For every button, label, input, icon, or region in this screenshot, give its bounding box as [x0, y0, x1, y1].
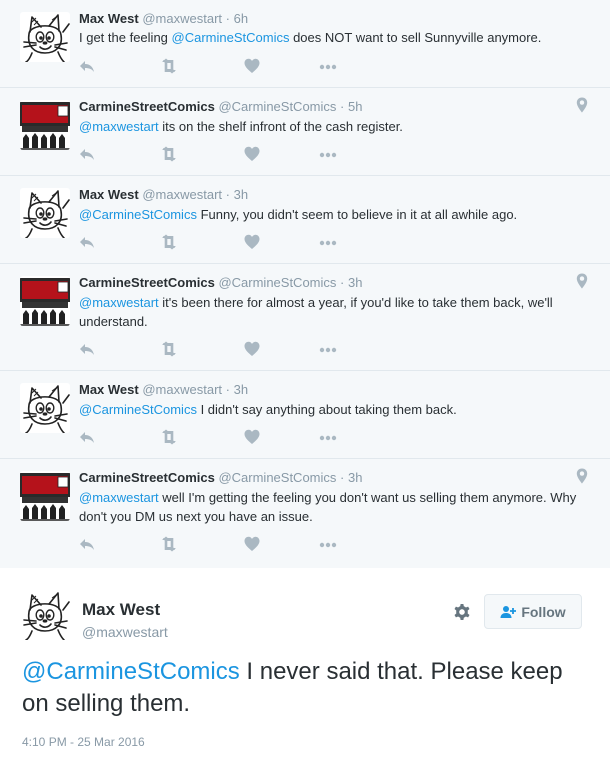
tweet-time[interactable]: 3h	[348, 470, 362, 485]
tweet[interactable]: CarmineStreetComics @CarmineStComics · 3…	[0, 459, 610, 568]
tweet[interactable]: CarmineStreetComics @CarmineStComics · 3…	[0, 264, 610, 371]
mention-link[interactable]: @CarmineStComics	[22, 658, 240, 685]
more-icon[interactable]	[319, 429, 337, 445]
separator: ·	[336, 470, 348, 485]
reply-icon[interactable]	[79, 429, 95, 445]
mention-link[interactable]: @maxwestart	[79, 490, 159, 505]
separator: ·	[222, 382, 234, 397]
mention-link[interactable]: @CarmineStComics	[79, 207, 197, 222]
text-body: Funny, you didn't seem to believe in it …	[196, 207, 518, 222]
mention-link[interactable]: @maxwestart	[79, 119, 159, 134]
tweet-actions	[79, 234, 349, 250]
author-handle[interactable]: @maxwestart	[142, 382, 222, 397]
more-icon[interactable]	[319, 234, 337, 250]
tweet[interactable]: Max West @maxwestart · 6h I get the feel…	[0, 0, 610, 88]
tweet-actions	[79, 58, 349, 74]
heart-icon[interactable]	[244, 429, 260, 445]
tweet-time[interactable]: 3h	[348, 275, 362, 290]
tweet-text: @maxwestart its on the shelf infront of …	[79, 117, 579, 136]
avatar[interactable]	[20, 188, 70, 238]
reply-icon[interactable]	[79, 234, 95, 250]
tweet[interactable]: Max West @maxwestart · 3h @CarmineStComi…	[0, 176, 610, 264]
retweet-icon[interactable]	[159, 146, 179, 162]
author-name[interactable]: CarmineStreetComics	[79, 470, 215, 485]
author-handle[interactable]: @CarmineStComics	[218, 470, 336, 485]
tweet[interactable]: CarmineStreetComics @CarmineStComics · 5…	[0, 88, 610, 176]
author-handle[interactable]: @CarmineStComics	[218, 99, 336, 114]
author-name[interactable]: Max West	[79, 187, 139, 202]
author-name[interactable]: Max West	[82, 600, 160, 620]
tweet-text: @CarmineStComics I didn't say anything a…	[79, 400, 579, 419]
heart-icon[interactable]	[244, 536, 260, 552]
follow-button[interactable]: Follow	[484, 594, 582, 629]
location-pin-icon[interactable]	[576, 273, 588, 289]
tweet-actions	[79, 341, 349, 357]
avatar[interactable]	[20, 383, 70, 433]
tweet-text: @maxwestart well I'm getting the feeling…	[79, 488, 579, 526]
text-lead: I get the feeling	[79, 30, 172, 45]
tweet-time[interactable]: 3h	[234, 187, 248, 202]
separator: ·	[222, 11, 234, 26]
tweet-time[interactable]: 5h	[348, 99, 362, 114]
reply-icon[interactable]	[79, 341, 95, 357]
location-pin-icon[interactable]	[576, 468, 588, 484]
tweet-text: @CarmineStComics I never said that. Plea…	[22, 656, 592, 720]
author-handle[interactable]: @maxwestart	[82, 623, 168, 641]
avatar[interactable]	[20, 100, 70, 150]
more-icon[interactable]	[319, 536, 337, 552]
avatar[interactable]	[20, 590, 70, 640]
tweet-time[interactable]: 3h	[234, 382, 248, 397]
author-name[interactable]: CarmineStreetComics	[79, 99, 215, 114]
avatar[interactable]	[20, 12, 70, 62]
text-body: I didn't say anything about taking them …	[196, 402, 457, 417]
more-icon[interactable]	[319, 341, 337, 357]
retweet-icon[interactable]	[159, 429, 179, 445]
more-icon[interactable]	[319, 146, 337, 162]
mention-link[interactable]: @maxwestart	[79, 295, 159, 310]
tweet-text: @CarmineStComics Funny, you didn't seem …	[79, 205, 579, 224]
add-user-icon	[500, 605, 517, 618]
author-handle[interactable]: @maxwestart	[142, 11, 222, 26]
tweet-time[interactable]: 6h	[234, 11, 248, 26]
reply-icon[interactable]	[79, 536, 95, 552]
reply-icon[interactable]	[79, 58, 95, 74]
author-name[interactable]: CarmineStreetComics	[79, 275, 215, 290]
avatar[interactable]	[20, 276, 70, 326]
tweet-text: I get the feeling @CarmineStComics does …	[79, 28, 579, 47]
heart-icon[interactable]	[244, 234, 260, 250]
main-tweet: Max West @maxwestart Follow @CarmineStCo…	[0, 568, 610, 760]
author-handle[interactable]: @CarmineStComics	[218, 275, 336, 290]
location-pin-icon[interactable]	[576, 97, 588, 113]
separator: ·	[222, 187, 234, 202]
retweet-icon[interactable]	[159, 234, 179, 250]
tweet[interactable]: Max West @maxwestart · 3h @CarmineStComi…	[0, 371, 610, 459]
mention-link[interactable]: @CarmineStComics	[172, 30, 290, 45]
text-body: does NOT want to sell Sunnyville anymore…	[289, 30, 542, 45]
author-name[interactable]: Max West	[79, 11, 139, 26]
separator: ·	[336, 275, 348, 290]
follow-label: Follow	[521, 603, 566, 620]
author-name[interactable]: Max West	[79, 382, 139, 397]
retweet-icon[interactable]	[159, 341, 179, 357]
heart-icon[interactable]	[244, 341, 260, 357]
reply-icon[interactable]	[79, 146, 95, 162]
heart-icon[interactable]	[244, 58, 260, 74]
tweet-actions	[79, 429, 349, 445]
gear-icon[interactable]	[452, 602, 472, 622]
tweet-timestamp[interactable]: 4:10 PM - 25 Mar 2016	[22, 734, 145, 750]
heart-icon[interactable]	[244, 146, 260, 162]
more-icon[interactable]	[319, 58, 337, 74]
conversation-thread: Max West @maxwestart · 6h I get the feel…	[0, 0, 610, 568]
tweet-actions	[79, 536, 349, 552]
text-body: its on the shelf infront of the cash reg…	[158, 119, 403, 134]
author-handle[interactable]: @maxwestart	[142, 187, 222, 202]
mention-link[interactable]: @CarmineStComics	[79, 402, 197, 417]
retweet-icon[interactable]	[159, 58, 179, 74]
tweet-actions	[79, 146, 349, 162]
tweet-text: @maxwestart it's been there for almost a…	[79, 293, 579, 331]
retweet-icon[interactable]	[159, 536, 179, 552]
avatar[interactable]	[20, 471, 70, 521]
separator: ·	[336, 99, 348, 114]
